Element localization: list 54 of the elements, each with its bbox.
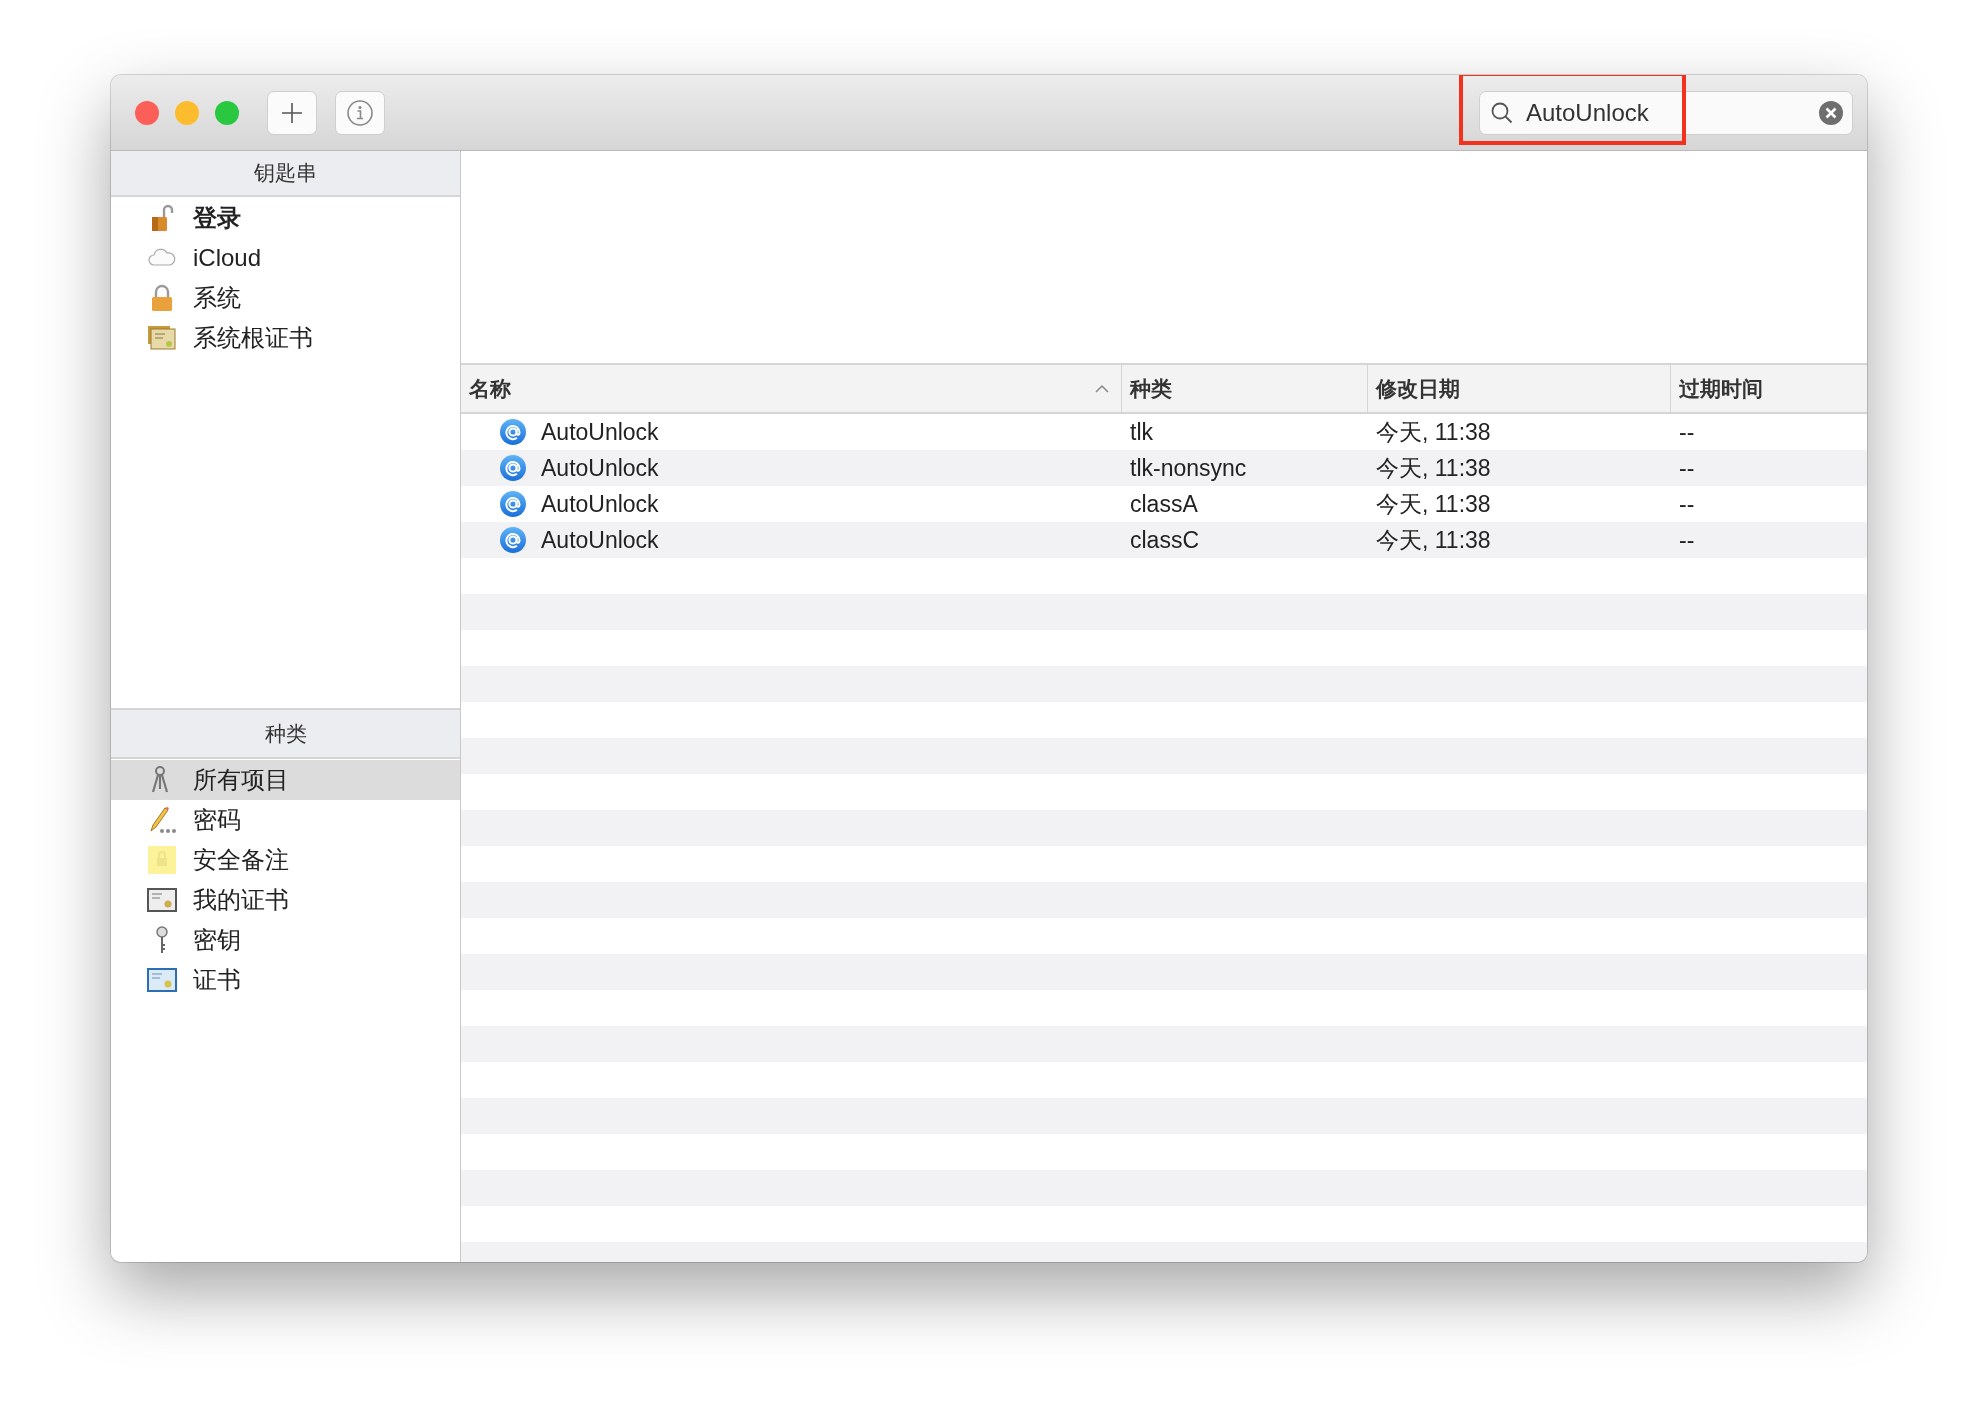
keychain-item[interactable]: 系统根证书 — [111, 318, 460, 358]
table-cell: AutoUnlock — [541, 526, 659, 554]
at-sign-icon — [499, 454, 527, 482]
zoom-button[interactable] — [215, 100, 239, 125]
add-button[interactable] — [267, 90, 317, 135]
at-sign-icon — [499, 490, 527, 518]
search-field[interactable]: AutoUnlock — [1479, 90, 1853, 135]
certificate-icon — [147, 965, 177, 995]
table-cell-text: 今天, 11:38 — [1376, 525, 1491, 555]
note-icon — [147, 845, 177, 875]
pencil-icon — [147, 805, 177, 835]
certificates-icon — [147, 323, 177, 353]
section-header: 钥匙串 — [111, 151, 460, 197]
at-sign-icon — [499, 418, 527, 446]
column-header[interactable]: 种类 — [1122, 365, 1368, 412]
table-row[interactable]: AutoUnlock classA 今天, 11:38 -- — [461, 486, 1867, 522]
search-icon — [1490, 100, 1514, 125]
table-row[interactable]: AutoUnlock tlk 今天, 11:38 -- — [461, 414, 1867, 450]
category-item[interactable]: 安全备注 — [111, 840, 460, 880]
at-sign-icon — [499, 526, 527, 554]
column-header[interactable]: 过期时间 — [1671, 365, 1867, 412]
table-cell: classA — [1130, 490, 1198, 518]
table-cell-text: 今天, 11:38 — [1376, 417, 1491, 447]
table-cell: AutoUnlock — [541, 418, 659, 446]
category-item[interactable]: 密钥 — [111, 920, 460, 960]
close-button[interactable] — [135, 100, 159, 125]
table-cell: AutoUnlock — [541, 490, 659, 518]
keychain-item[interactable]: 系统 — [111, 278, 460, 318]
category-item[interactable]: 密码 — [111, 800, 460, 840]
table-cell: -- — [1679, 454, 1695, 482]
table-cell: tlk — [1130, 418, 1153, 446]
section-header: 种类 — [111, 708, 460, 759]
category-item[interactable]: 证书 — [111, 960, 460, 1000]
keychain-item[interactable]: iCloud — [111, 238, 460, 278]
table-cell: -- — [1679, 418, 1695, 446]
column-header[interactable]: 名称 — [461, 365, 1122, 412]
table-row[interactable]: AutoUnlock tlk-nonsync 今天, 11:38 -- — [461, 450, 1867, 486]
clear-icon[interactable] — [1818, 99, 1844, 126]
info-button[interactable] — [335, 90, 385, 135]
keychain-item[interactable]: 登录 — [111, 198, 460, 238]
plus-icon — [280, 100, 304, 125]
table-cell-text: 今天, 11:38 — [1376, 453, 1491, 483]
table-cell: -- — [1679, 490, 1695, 518]
column-header[interactable]: 修改日期 — [1368, 365, 1671, 412]
table-cell: -- — [1679, 526, 1695, 554]
table-cell: AutoUnlock — [541, 454, 659, 482]
table-cell: tlk-nonsync — [1130, 454, 1247, 482]
certificate-icon — [147, 885, 177, 915]
category-item[interactable]: 我的证书 — [111, 880, 460, 920]
table-cell: classC — [1130, 526, 1199, 554]
table-cell-text: 今天, 11:38 — [1376, 489, 1491, 519]
category-item[interactable]: 所有项目 — [111, 760, 460, 800]
info-icon — [346, 98, 374, 127]
table-row[interactable]: AutoUnlock classC 今天, 11:38 -- — [461, 522, 1867, 558]
